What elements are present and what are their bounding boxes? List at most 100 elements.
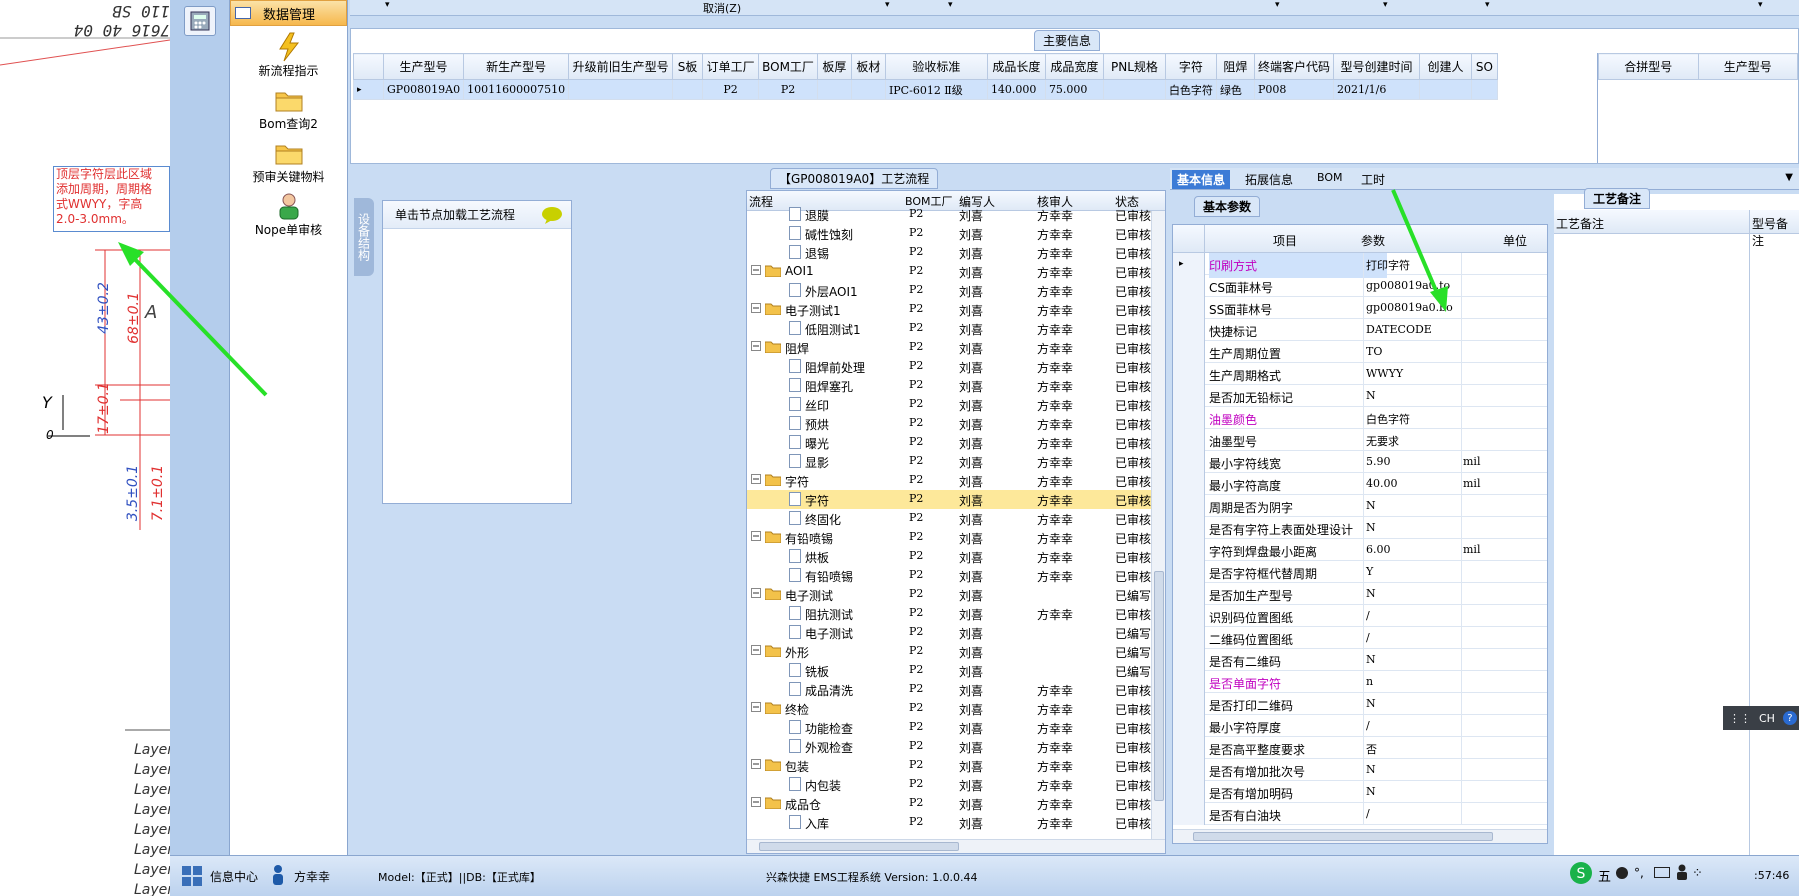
main-col-header[interactable]: 阻焊 — [1215, 53, 1255, 80]
param-row[interactable]: 是否有增加批次号 N — [1173, 759, 1547, 781]
dropdown-arrow-icon[interactable]: ▾ — [385, 0, 390, 10]
param-row[interactable]: 生产周期位置 TO — [1173, 341, 1547, 363]
process-tree-row[interactable]: 预烘 P2 刘喜 方幸幸 已审核 — [747, 414, 1151, 433]
row-selector[interactable] — [1173, 385, 1205, 407]
dropdown-arrow-icon[interactable]: ▾ — [1485, 0, 1490, 10]
scrollbar-thumb[interactable] — [1193, 832, 1493, 841]
param-row[interactable]: ▸ 印刷方式 打印字符 — [1173, 253, 1547, 278]
process-tree-row[interactable]: 低阻测试1 P2 刘喜 方幸幸 已审核 — [747, 319, 1151, 338]
row-selector[interactable] — [1173, 363, 1205, 385]
param-value[interactable]: / — [1366, 609, 1370, 622]
param-value[interactable]: N — [1366, 587, 1376, 600]
param-row[interactable]: 是否单面字符 n — [1173, 671, 1547, 693]
row-selector[interactable] — [1173, 429, 1205, 451]
main-cell[interactable]: 75.000 — [1044, 79, 1104, 100]
param-row[interactable]: CS面菲林号 gp008019a0.to — [1173, 275, 1547, 297]
main-cell[interactable] — [672, 79, 704, 100]
param-col-header[interactable]: 单位 — [1503, 232, 1527, 249]
param-col-header[interactable]: 项目 — [1273, 232, 1297, 249]
main-col-header[interactable]: 升级前旧生产型号 — [568, 53, 674, 80]
param-value[interactable]: 无要求 — [1366, 433, 1399, 449]
param-value[interactable]: 打印字符 — [1366, 257, 1410, 273]
row-selector[interactable] — [1173, 275, 1205, 297]
nav-item-bom-query[interactable]: Bom查询2 — [230, 85, 347, 132]
row-selector[interactable] — [1173, 605, 1205, 627]
ime-language[interactable]: CH — [1759, 712, 1775, 725]
row-selector[interactable] — [1173, 341, 1205, 363]
param-value[interactable]: N — [1366, 521, 1376, 534]
process-tree-row[interactable]: AOI1 P2 刘喜 方幸幸 已审核 — [747, 262, 1151, 281]
dropdown-arrow-icon[interactable]: ▾ — [948, 0, 953, 10]
row-selector[interactable] — [1173, 627, 1205, 649]
param-row[interactable]: 最小字符线宽 5.90 mil — [1173, 451, 1547, 473]
param-value[interactable]: 6.00 — [1366, 543, 1391, 556]
ime-mode[interactable]: 五 — [1598, 866, 1611, 885]
main-cell[interactable] — [1418, 79, 1472, 100]
dropdown-arrow-icon[interactable]: ▾ — [1383, 0, 1388, 10]
row-selector[interactable] — [1173, 671, 1205, 693]
process-tree-row[interactable]: 退锡 P2 刘喜 方幸幸 已审核 — [747, 243, 1151, 262]
main-cell[interactable]: IPC-6012 Ⅱ级 — [884, 79, 988, 100]
param-row[interactable]: 字符到焊盘最小距离 6.00 mil — [1173, 539, 1547, 561]
param-row[interactable]: 是否有字符上表面处理设计 N — [1173, 517, 1547, 539]
process-tree-row[interactable]: 功能检查 P2 刘喜 方幸幸 已审核 — [747, 718, 1151, 737]
param-value[interactable]: N — [1366, 785, 1376, 798]
tab-work-hours[interactable]: 工时 — [1356, 170, 1390, 189]
ime-toolbar[interactable]: ⋮⋮ CH ? — [1723, 706, 1799, 730]
collapse-icon[interactable] — [751, 473, 761, 487]
param-row[interactable]: SS面菲林号 gp008019a0.bo — [1173, 297, 1547, 319]
process-tree-row[interactable]: 显影 P2 刘喜 方幸幸 已审核 — [747, 452, 1151, 471]
main-col-header[interactable]: 终端客户代码 — [1253, 53, 1334, 80]
param-value[interactable]: n — [1366, 675, 1373, 688]
param-value[interactable]: 40.00 — [1366, 477, 1398, 490]
process-tree-row[interactable]: 烘板 P2 刘喜 方幸幸 已审核 — [747, 547, 1151, 566]
row-selector-icon[interactable]: ▸ — [353, 79, 384, 100]
main-cell[interactable]: P2 — [758, 79, 818, 100]
param-value[interactable]: 白色字符 — [1366, 411, 1410, 427]
process-tree-row[interactable]: 电子测试 P2 刘喜 已编写 — [747, 585, 1151, 604]
collapse-icon[interactable] — [751, 340, 761, 354]
user-tray-icon[interactable] — [1675, 864, 1689, 883]
process-tree-row[interactable]: 字符 P2 刘喜 方幸幸 已审核 — [747, 471, 1151, 490]
process-tree-row[interactable]: 电子测试1 P2 刘喜 方幸幸 已审核 — [747, 300, 1151, 319]
param-row[interactable]: 生产周期格式 WWYY — [1173, 363, 1547, 385]
row-selector[interactable]: ▸ — [1173, 253, 1205, 275]
row-selector[interactable] — [1173, 759, 1205, 781]
main-col-header[interactable]: 成品长度 — [986, 53, 1046, 80]
param-value[interactable]: N — [1366, 697, 1376, 710]
help-icon[interactable]: ? — [1782, 711, 1797, 725]
row-selector[interactable] — [1173, 649, 1205, 671]
collapse-icon[interactable] — [751, 758, 761, 772]
basic-params-tab[interactable]: 基本参数 — [1194, 196, 1261, 217]
row-selector[interactable] — [1173, 539, 1205, 561]
param-value[interactable]: DATECODE — [1366, 323, 1432, 336]
calculator-icon[interactable] — [184, 6, 216, 36]
main-info-row[interactable]: ▸ GP008019A0 10011600007510 P2 P2 IPC-6012 Ⅱ级… — [353, 79, 1498, 100]
param-value[interactable]: N — [1366, 499, 1376, 512]
row-selector[interactable] — [1173, 473, 1205, 495]
param-value[interactable]: N — [1366, 389, 1376, 402]
process-tree-row[interactable]: 外形 P2 刘喜 已编写 — [747, 642, 1151, 661]
param-value[interactable]: 5.90 — [1366, 455, 1391, 468]
main-col-header[interactable]: 板材 — [850, 53, 886, 80]
process-tree-row[interactable]: 内包装 P2 刘喜 方幸幸 已审核 — [747, 775, 1151, 794]
row-selector[interactable] — [1173, 319, 1205, 341]
dropdown-arrow-icon[interactable]: ▾ — [1275, 0, 1280, 10]
main-col-header[interactable]: 验收标准 — [884, 53, 988, 80]
process-tree-row[interactable]: 入库 P2 刘喜 方幸幸 已审核 — [747, 813, 1151, 832]
row-selector[interactable] — [1173, 715, 1205, 737]
process-tree-row[interactable]: 阻焊塞孔 P2 刘喜 方幸幸 已审核 — [747, 376, 1151, 395]
main-cell[interactable]: 绿色 — [1215, 79, 1255, 100]
param-value[interactable]: 否 — [1366, 741, 1377, 757]
remark-tab[interactable]: 工艺备注 — [1584, 188, 1651, 209]
param-value[interactable]: gp008019a0.to — [1366, 279, 1450, 292]
main-col-header[interactable]: SO — [1470, 53, 1498, 80]
sogou-ime-icon[interactable]: S — [1568, 860, 1594, 889]
collapse-icon[interactable] — [751, 587, 761, 601]
collapse-icon[interactable] — [751, 530, 761, 544]
collapse-icon[interactable] — [751, 796, 761, 810]
param-row[interactable]: 识别码位置图纸 / — [1173, 605, 1547, 627]
main-cell[interactable]: P2 — [702, 79, 760, 100]
main-cell[interactable] — [1102, 79, 1166, 100]
main-cell[interactable] — [568, 79, 674, 100]
